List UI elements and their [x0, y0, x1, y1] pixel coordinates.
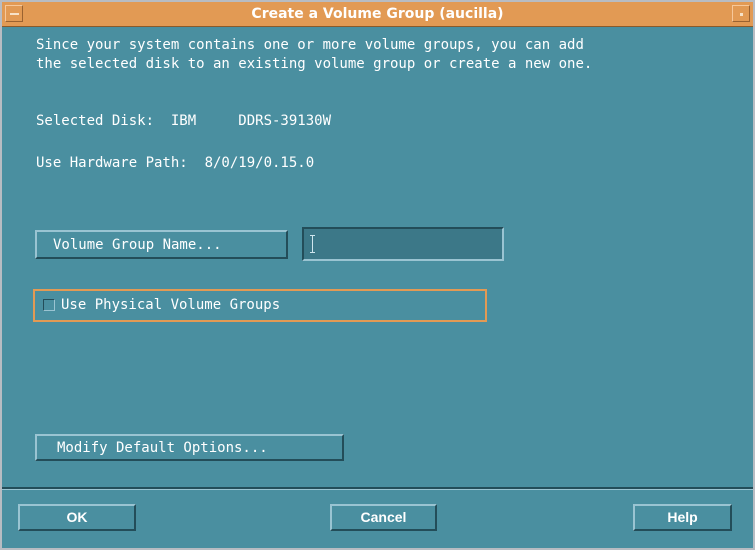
- instruction-message: Since your system contains one or more v…: [36, 36, 592, 74]
- volume-group-name-input[interactable]: [302, 227, 504, 261]
- modify-default-options-button[interactable]: Modify Default Options...: [35, 434, 344, 461]
- window-menu-icon: [10, 13, 19, 15]
- minimize-button[interactable]: [732, 5, 750, 22]
- ok-button[interactable]: OK: [18, 504, 136, 531]
- window-menu-button[interactable]: [5, 5, 23, 22]
- dialog-window: Create a Volume Group (aucilla) Since yo…: [0, 0, 755, 550]
- cancel-button[interactable]: Cancel: [330, 504, 437, 531]
- modify-default-options-label: Modify Default Options...: [57, 440, 268, 456]
- footer-separator: [2, 487, 753, 490]
- instruction-line-1: Since your system contains one or more v…: [36, 37, 584, 53]
- volume-group-name-button[interactable]: Volume Group Name...: [35, 230, 288, 259]
- text-cursor-icon: [310, 235, 315, 253]
- physical-volume-groups-label: Use Physical Volume Groups: [61, 297, 281, 313]
- volume-group-name-button-label: Volume Group Name...: [53, 237, 222, 253]
- instruction-line-2: the selected disk to an existing volume …: [36, 56, 593, 72]
- physical-volume-groups-checkbox[interactable]: [43, 299, 55, 311]
- help-button[interactable]: Help: [633, 504, 732, 531]
- title-bar[interactable]: Create a Volume Group (aucilla): [2, 2, 753, 27]
- selected-disk-text: Selected Disk: IBM DDRS-39130W: [36, 113, 332, 129]
- minimize-icon: [740, 13, 743, 16]
- hardware-path-text: Use Hardware Path: 8/0/19/0.15.0: [36, 155, 315, 171]
- physical-volume-groups-toggle[interactable]: Use Physical Volume Groups: [33, 289, 487, 322]
- window-title: Create a Volume Group (aucilla): [251, 6, 504, 22]
